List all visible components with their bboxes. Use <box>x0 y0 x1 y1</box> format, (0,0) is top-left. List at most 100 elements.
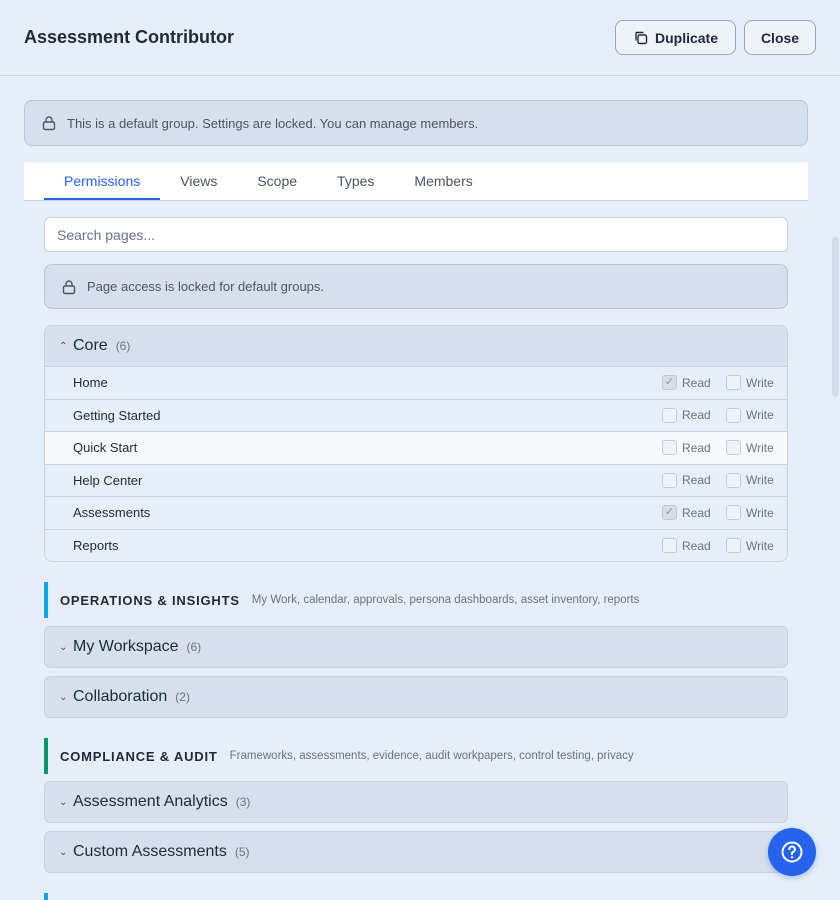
read-checkbox[interactable]: ✓ <box>662 375 677 391</box>
write-label: Write <box>746 505 774 520</box>
group-my-workspace[interactable]: ⌄ My Workspace (6) <box>44 626 788 668</box>
read-permission[interactable]: Read <box>662 440 711 456</box>
page-row-home: Home ✓ Read Write <box>45 367 787 400</box>
group-assessment-analytics[interactable]: ⌄ Assessment Analytics (3) <box>44 781 788 823</box>
tab-types[interactable]: Types <box>317 162 394 200</box>
page-row-quick-start: Quick Start Read Write <box>45 432 787 465</box>
write-checkbox[interactable] <box>726 538 741 554</box>
read-label: Read <box>682 473 711 488</box>
search-input[interactable] <box>44 217 788 252</box>
chevron-down-icon: ⌄ <box>59 691 68 703</box>
group-name: Assessment Analytics <box>73 793 228 810</box>
section-title: COMPLIANCE & AUDIT <box>60 748 218 764</box>
default-group-banner: This is a default group. Settings are lo… <box>24 100 808 146</box>
tab-scope[interactable]: Scope <box>237 162 317 200</box>
page-row-help-center: Help Center Read Write <box>45 465 787 497</box>
section-accent-bar <box>44 738 48 774</box>
read-checkbox[interactable]: ✓ <box>662 505 677 521</box>
read-checkbox[interactable] <box>662 472 677 488</box>
question-circle-icon <box>781 841 803 863</box>
write-permission[interactable]: Write <box>726 505 774 521</box>
write-permission[interactable]: Write <box>726 440 774 456</box>
scrollbar[interactable] <box>831 77 840 900</box>
lock-notice-text: Page access is locked for default groups… <box>87 279 325 294</box>
page-label: Home <box>73 375 108 391</box>
page-access-lock-notice: Page access is locked for default groups… <box>44 264 788 309</box>
section-operations-insights: OPERATIONS & INSIGHTS My Work, calendar,… <box>44 582 788 618</box>
read-label: Read <box>682 505 711 520</box>
page-label: Getting Started <box>73 407 161 423</box>
group-count: (5) <box>234 845 250 859</box>
write-label: Write <box>746 473 774 488</box>
write-checkbox[interactable] <box>726 407 741 423</box>
group-name: My Workspace <box>73 638 179 655</box>
core-group-header[interactable]: ⌃ Core (6) <box>45 326 787 367</box>
group-count: (3) <box>235 795 251 809</box>
dialog-content: This is a default group. Settings are lo… <box>0 77 840 900</box>
group-name: Custom Assessments <box>73 843 227 860</box>
help-button[interactable] <box>768 828 816 876</box>
page-label: Reports <box>73 538 119 554</box>
group-name: Core <box>73 337 108 354</box>
page-row-getting-started: Getting Started Read Write <box>45 400 787 432</box>
close-button[interactable]: Close <box>744 20 816 55</box>
core-group-panel: ⌃ Core (6) Home ✓ Read Write Getting Sta… <box>44 325 788 562</box>
write-checkbox[interactable] <box>726 375 741 391</box>
write-label: Write <box>746 440 774 455</box>
page-label: Assessments <box>73 505 151 521</box>
copy-icon <box>635 31 648 44</box>
group-custom-assessments[interactable]: ⌄ Custom Assessments (5) <box>44 831 788 873</box>
section-description: My Work, calendar, approvals, persona da… <box>251 594 640 606</box>
write-label: Write <box>746 408 774 423</box>
section-title: OPERATIONS & INSIGHTS <box>60 592 240 608</box>
write-label: Write <box>746 538 774 553</box>
tab-bar: Permissions Views Scope Types Members <box>24 162 808 201</box>
read-permission[interactable]: Read <box>662 538 711 554</box>
read-label: Read <box>682 375 711 390</box>
write-checkbox[interactable] <box>726 472 741 488</box>
read-checkbox[interactable] <box>662 407 677 423</box>
group-name: Collaboration <box>73 688 168 705</box>
write-permission[interactable]: Write <box>726 538 774 554</box>
duplicate-button[interactable]: Duplicate <box>615 20 736 55</box>
read-permission[interactable]: ✓ Read <box>662 375 711 391</box>
page-label: Help Center <box>73 472 143 488</box>
read-checkbox[interactable] <box>662 538 677 554</box>
read-label: Read <box>682 408 711 423</box>
read-permission[interactable]: Read <box>662 407 711 423</box>
write-permission[interactable]: Write <box>726 407 774 423</box>
write-permission[interactable]: Write <box>726 375 774 391</box>
scrollbar-thumb[interactable] <box>832 237 839 397</box>
chevron-up-icon: ⌃ <box>59 340 68 352</box>
group-count: (6) <box>186 640 202 654</box>
read-label: Read <box>682 538 711 553</box>
chevron-down-icon: ⌄ <box>59 846 68 858</box>
tab-permissions[interactable]: Permissions <box>44 162 161 200</box>
write-checkbox[interactable] <box>726 505 741 521</box>
page-label: Quick Start <box>73 440 138 456</box>
read-checkbox[interactable] <box>662 440 677 456</box>
dialog-header: Assessment Contributor Duplicate Close <box>0 0 840 76</box>
tab-views[interactable]: Views <box>160 162 237 200</box>
page-row-reports: Reports Read Write <box>45 530 787 562</box>
duplicate-label: Duplicate <box>654 29 718 46</box>
lock-icon <box>62 279 76 294</box>
next-section-accent-bar <box>44 893 48 900</box>
section-description: Frameworks, assessments, evidence, audit… <box>229 750 634 762</box>
group-collaboration[interactable]: ⌄ Collaboration (2) <box>44 676 788 718</box>
write-label: Write <box>746 375 774 390</box>
read-permission[interactable]: ✓ Read <box>662 505 711 521</box>
write-checkbox[interactable] <box>726 440 741 456</box>
section-accent-bar <box>44 582 48 618</box>
tab-members[interactable]: Members <box>394 162 492 200</box>
page-row-assessments: Assessments ✓ Read Write <box>45 497 787 530</box>
dialog-title: Assessment Contributor <box>24 27 235 47</box>
section-compliance-audit: COMPLIANCE & AUDIT Frameworks, assessmen… <box>44 738 788 774</box>
chevron-down-icon: ⌄ <box>59 796 68 808</box>
chevron-down-icon: ⌄ <box>59 641 68 653</box>
write-permission[interactable]: Write <box>726 472 774 488</box>
group-count: (2) <box>175 690 190 704</box>
lock-icon <box>42 116 56 131</box>
group-count: (6) <box>115 339 131 353</box>
read-permission[interactable]: Read <box>662 472 711 488</box>
